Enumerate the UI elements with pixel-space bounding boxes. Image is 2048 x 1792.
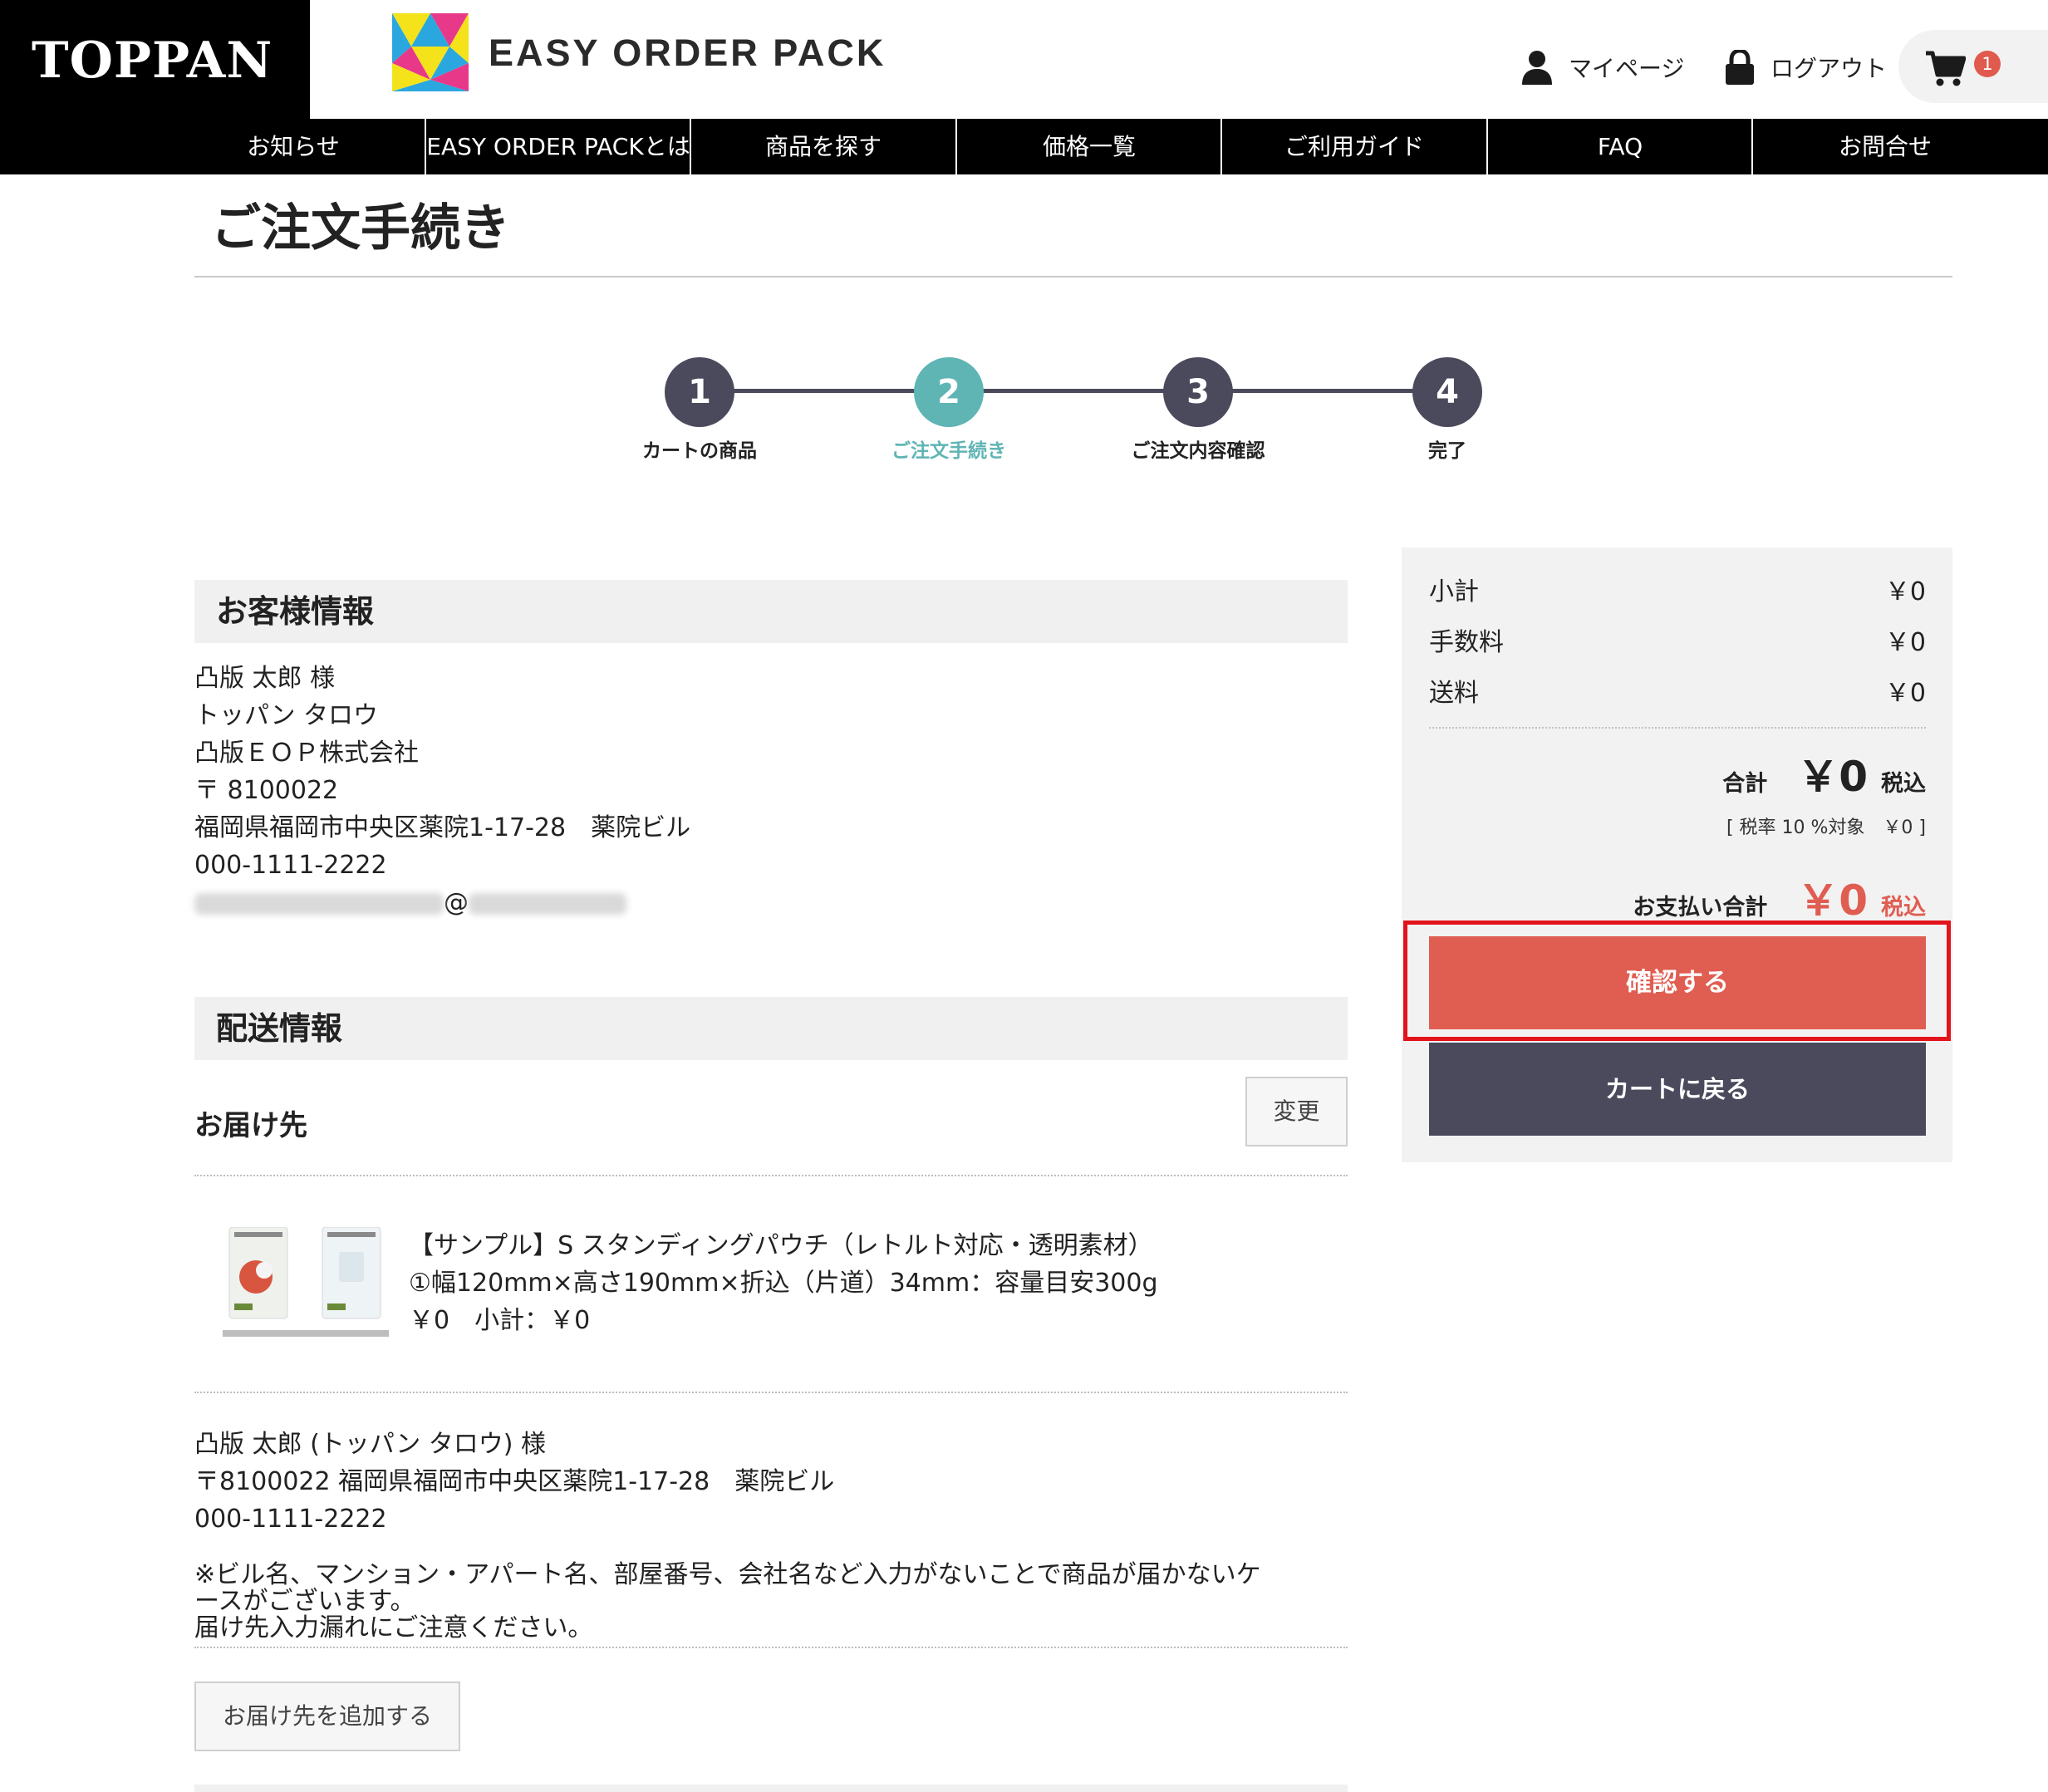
- nav-item-contact[interactable]: お問合せ: [1751, 119, 2017, 174]
- nav-item-about[interactable]: EASY ORDER PACKとは: [425, 119, 690, 174]
- customer-company: 凸版ＥＯＰ株式会社: [194, 739, 419, 768]
- cart-icon[interactable]: [1926, 50, 1966, 86]
- title-divider: [194, 276, 1952, 277]
- notice-line-3: 届け先入力漏れにご注意ください。: [194, 1613, 593, 1642]
- brand-logo-icon[interactable]: [392, 13, 469, 91]
- mypage-label: マイページ: [1569, 55, 1685, 82]
- stepper-track: [699, 389, 1446, 393]
- customer-name: 凸版 太郎 様: [194, 664, 336, 693]
- email-domain-redacted: [469, 892, 626, 915]
- mypage-link[interactable]: マイページ: [1522, 48, 1684, 86]
- total-value: ￥0: [1797, 753, 1868, 801]
- destination-label: お届け先: [194, 1109, 307, 1142]
- step-2-label: ご注文手続き: [891, 440, 1006, 462]
- page-title: ご注文手続き: [211, 199, 510, 258]
- email-at-sign: @: [444, 888, 469, 917]
- customer-info-heading: お客様情報: [216, 593, 375, 630]
- customer-email: @: [194, 884, 626, 921]
- customer-phone: 000-1111-2222: [194, 851, 387, 880]
- step-3-label: ご注文内容確認: [1131, 440, 1265, 462]
- recipient-address: 〒8100022 福岡県福岡市中央区薬院1-17-28 薬院ビル: [194, 1467, 835, 1496]
- divider: [194, 1175, 1348, 1176]
- product-price: ￥0 小計：￥0: [409, 1306, 591, 1335]
- payment-total-row: お支払い合計 ￥0 税込: [1633, 867, 1926, 927]
- step-1-label: カートの商品: [642, 440, 757, 462]
- shipping-fee-value: ￥0: [1884, 679, 1926, 708]
- total-label: 合計: [1722, 771, 1768, 797]
- nav-item-faq[interactable]: FAQ: [1486, 119, 1752, 174]
- confirm-button[interactable]: 確認する: [1429, 936, 1926, 1029]
- user-icon: [1522, 51, 1552, 85]
- tax-note: [ 税率 10 %対象 ￥0 ]: [1726, 817, 1926, 838]
- pouch-image: [223, 1226, 389, 1337]
- subtotal-label: 小計: [1429, 577, 1479, 606]
- total-tax-label: 税込: [1881, 771, 1926, 797]
- shipping-fee-label: 送料: [1429, 679, 1479, 708]
- notice-line-1: ※ビル名、マンション・アパート名、部屋番号、会社名など入力がないことで商品が届か…: [194, 1560, 1261, 1589]
- email-local-part-redacted: [194, 892, 444, 915]
- customer-kana: トッパン タロウ: [194, 701, 379, 730]
- payment-total-label: お支払い合計: [1633, 895, 1768, 921]
- logout-link[interactable]: ログアウト: [1726, 48, 1887, 86]
- product-thumbnail[interactable]: [223, 1226, 389, 1352]
- nav-item-guide[interactable]: ご利用ガイド: [1220, 119, 1486, 174]
- step-3-circle: 3: [1163, 357, 1233, 427]
- recipient-name: 凸版 太郎 (トッパン タロウ) 様: [194, 1430, 547, 1459]
- notice-line-2: ースがございます。: [194, 1587, 415, 1616]
- change-destination-button[interactable]: 変更: [1245, 1077, 1348, 1146]
- back-to-cart-button[interactable]: カートに戻る: [1429, 1043, 1926, 1136]
- subtotal-value: ￥0: [1884, 577, 1926, 606]
- product-name: 【サンプル】S スタンディングパウチ（レトルト対応・透明素材）: [409, 1231, 1153, 1260]
- customer-postal: 〒 8100022: [194, 776, 339, 805]
- product-spec: ①幅120mm×高さ190mm×折込（片道）34mm：容量目安300g: [409, 1269, 1158, 1298]
- nav-item-products[interactable]: 商品を探す: [690, 119, 955, 174]
- step-4-circle: 4: [1412, 357, 1482, 427]
- payment-tax-label: 税込: [1881, 895, 1926, 921]
- divider: [194, 1647, 1348, 1648]
- next-section-header: [194, 1785, 1348, 1792]
- summary-divider: [1429, 727, 1926, 729]
- recipient-phone: 000-1111-2222: [194, 1505, 387, 1534]
- step-1-circle: 1: [665, 357, 734, 427]
- customer-address: 福岡県福岡市中央区薬院1-17-28 薬院ビル: [194, 813, 691, 842]
- logout-label: ログアウト: [1771, 55, 1888, 82]
- cart-count-badge: 1: [1974, 51, 2001, 77]
- lock-icon: [1726, 50, 1754, 85]
- fee-label: 手数料: [1429, 628, 1504, 657]
- shipping-info-heading: 配送情報: [216, 1010, 343, 1047]
- step-4-label: 完了: [1428, 440, 1466, 462]
- cart-button[interactable]: [1898, 30, 2048, 103]
- brand-name[interactable]: EASY ORDER PACK: [489, 28, 886, 78]
- payment-total-value: ￥0: [1797, 876, 1868, 925]
- shipping-info-header: 配送情報: [194, 997, 1348, 1060]
- nav-item-price-list[interactable]: 価格一覧: [955, 119, 1221, 174]
- divider: [194, 1392, 1348, 1393]
- customer-info-header: お客様情報: [194, 580, 1348, 643]
- company-logo[interactable]: TOPPAN: [32, 32, 306, 90]
- step-2-circle: 2: [914, 357, 984, 427]
- nav-item-news[interactable]: お知らせ: [160, 119, 426, 174]
- total-row: 合計 ￥0 税込: [1722, 744, 1926, 803]
- fee-value: ￥0: [1884, 628, 1926, 657]
- add-destination-button[interactable]: お届け先を追加する: [194, 1682, 460, 1751]
